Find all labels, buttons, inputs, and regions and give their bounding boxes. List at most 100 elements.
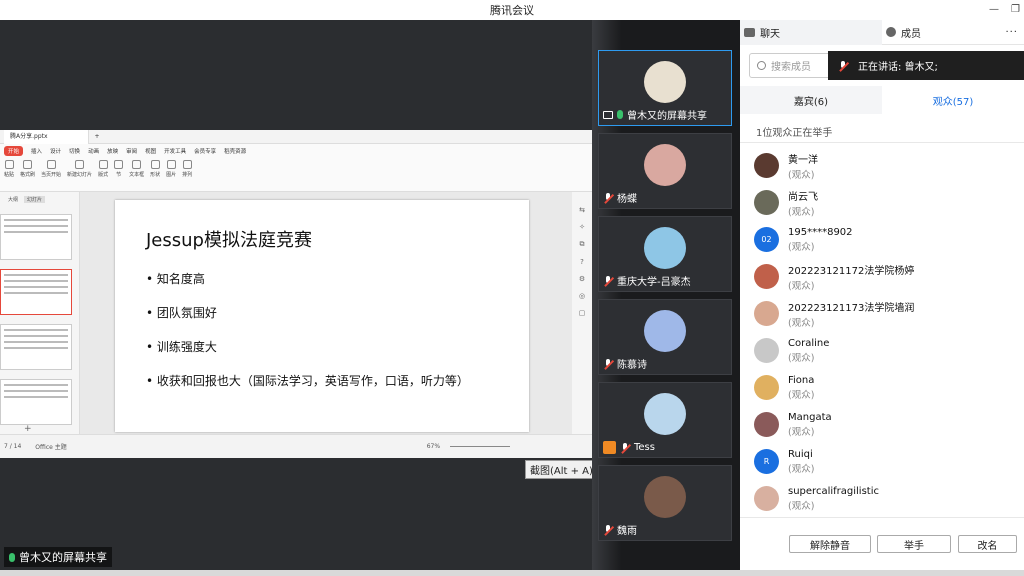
video-tile[interactable]: 曾木又的屏幕共享 bbox=[598, 50, 732, 126]
slide-bullet: • 训练强度大 bbox=[146, 340, 217, 354]
member-row[interactable]: 202223121173法学院墙润 (观众) bbox=[740, 295, 1024, 332]
participant-name: 魏雨 bbox=[617, 526, 637, 537]
avatar bbox=[754, 190, 779, 215]
avatar bbox=[754, 153, 779, 178]
tool-icon: ▢ bbox=[578, 309, 586, 317]
ribbon-button: 新建幻灯片 bbox=[67, 160, 92, 178]
member-name: Fiona bbox=[788, 374, 815, 386]
thumbnail-pane: 大纲 幻灯片 + bbox=[0, 192, 80, 434]
participant-name: 杨蝶 bbox=[617, 194, 637, 205]
member-name: Mangata bbox=[788, 411, 832, 423]
member-row[interactable]: Coraline (观众) bbox=[740, 332, 1024, 369]
window-title: 腾讯会议 bbox=[490, 4, 534, 17]
tab-chat[interactable]: 聊天 bbox=[740, 19, 882, 45]
ribbon-button: 形状 bbox=[150, 160, 160, 178]
ribbon-button: 当页开始 bbox=[41, 160, 61, 178]
member-role: (观众) bbox=[788, 241, 815, 253]
member-info: 尚云飞 (观众) bbox=[788, 188, 818, 218]
screenshot-tooltip: 截图(Alt + A) bbox=[525, 460, 598, 479]
member-row[interactable]: Fiona (观众) bbox=[740, 369, 1024, 406]
mic-muted-icon bbox=[603, 275, 613, 286]
tool-icon: ⚙ bbox=[578, 275, 586, 283]
member-row[interactable]: 黄一洋 (观众) bbox=[740, 147, 1024, 184]
member-name: Coraline bbox=[788, 337, 830, 349]
tab-audience[interactable]: 观众(57) bbox=[882, 86, 1024, 114]
menu-item: 开始 bbox=[4, 146, 24, 156]
participant-name: 重庆大学-吕豪杰 bbox=[617, 277, 691, 288]
raise-hand-button[interactable]: 举手 bbox=[877, 535, 951, 553]
member-name: 202223121172法学院杨婷 bbox=[788, 265, 915, 277]
wps-status-bar: 7 / 14 Office 主题 67% bbox=[0, 434, 592, 458]
ribbon-icon bbox=[98, 160, 108, 169]
ribbon-icon bbox=[150, 160, 160, 169]
avatar bbox=[754, 412, 779, 437]
menu-item: 开发工具 bbox=[164, 149, 187, 155]
menu-item: 设计 bbox=[50, 149, 62, 155]
tab-guests[interactable]: 嘉宾(6) bbox=[740, 86, 882, 114]
side-panel: 聊天 成员 ··· 搜索成员 正在讲话: 曾木又; 嘉宾(6) 观众(57) 1位… bbox=[740, 19, 1024, 570]
user-icon bbox=[886, 27, 896, 37]
member-role: (观众) bbox=[788, 280, 815, 292]
ribbon-button: 文本框 bbox=[129, 160, 144, 178]
unmute-button[interactable]: 解除静音 bbox=[789, 535, 871, 553]
member-name: Ruiqi bbox=[788, 448, 813, 460]
tab-members[interactable]: 成员 ··· bbox=[882, 20, 1024, 45]
chat-icon bbox=[744, 27, 755, 37]
screen-share-icon bbox=[603, 110, 613, 119]
participant-avatar bbox=[644, 227, 686, 269]
maximize-icon[interactable]: ❐ bbox=[1011, 0, 1020, 20]
sharer-label: 曾木又的屏幕共享 bbox=[4, 547, 112, 567]
member-info: Mangata (观众) bbox=[788, 412, 832, 438]
avatar bbox=[754, 486, 779, 511]
member-row[interactable]: Mangata (观众) bbox=[740, 406, 1024, 443]
ribbon-button: 排列 bbox=[182, 160, 192, 178]
tab-outline: 大纲 bbox=[8, 197, 19, 203]
member-row[interactable]: 202223121172法学院杨婷 (观众) bbox=[740, 258, 1024, 295]
video-tile[interactable]: 重庆大学-吕豪杰 bbox=[598, 216, 732, 292]
slide-title: Jessup模拟法庭竞赛 bbox=[146, 230, 312, 251]
slide-bullet: • 知名度高 bbox=[146, 272, 205, 286]
right-toolbar: ⇆ ✧ ⧉ ? ⚙ ◎ ▢ bbox=[572, 192, 592, 434]
wps-workspace: 大纲 幻灯片 + Jessup模拟法庭竞赛 • 知名度高 • 团队氛围好 • 训… bbox=[0, 192, 592, 434]
member-info: 202223121173法学院墙润 (观众) bbox=[788, 299, 914, 329]
participant-label: Tess bbox=[603, 441, 655, 454]
member-row[interactable]: 尚云飞 (观众) bbox=[740, 184, 1024, 221]
ribbon-button: 粘贴 bbox=[4, 160, 14, 178]
member-info: 195****8902 (观众) bbox=[788, 227, 853, 253]
participant-avatar bbox=[644, 144, 686, 186]
rename-button[interactable]: 改名 bbox=[958, 535, 1017, 553]
tool-icon: ? bbox=[580, 258, 584, 266]
member-name: 尚云飞 bbox=[788, 191, 818, 203]
video-tile[interactable]: 杨蝶 bbox=[598, 133, 732, 209]
member-info: Coraline (观众) bbox=[788, 338, 829, 364]
ribbon-button: 节 bbox=[114, 160, 124, 178]
theme-name: Office 主题 bbox=[35, 444, 67, 451]
minimize-icon[interactable]: — bbox=[989, 0, 999, 20]
mic-muted-icon bbox=[838, 60, 848, 71]
hand-raised-notice[interactable]: 1位观众正在举手 bbox=[756, 124, 832, 139]
participant-label: 陈慕诗 bbox=[603, 356, 647, 371]
panel-footer: 解除静音 举手 改名 bbox=[740, 517, 1024, 570]
member-row[interactable]: 02 195****8902 (观众) bbox=[740, 221, 1024, 258]
mic-muted-icon bbox=[603, 192, 613, 203]
tool-icon: ⇆ bbox=[579, 206, 585, 214]
ribbon-icon bbox=[182, 160, 192, 169]
ribbon-button: 格式刷 bbox=[20, 160, 35, 178]
wps-ribbon: 粘贴 格式刷 当页开始 新建幻灯片 版式 节 文本框 形状 图片 排列 bbox=[0, 158, 592, 192]
participant-avatar bbox=[644, 393, 686, 435]
file-tab: 腾A分享.pptx bbox=[4, 130, 89, 144]
video-tile[interactable]: 魏雨 bbox=[598, 465, 732, 541]
more-icon[interactable]: ··· bbox=[1005, 27, 1018, 38]
divider bbox=[740, 142, 1024, 143]
video-tile[interactable]: Tess bbox=[598, 382, 732, 458]
member-role: (观众) bbox=[788, 389, 815, 401]
ribbon-button: 版式 bbox=[98, 160, 108, 178]
member-info: 202223121172法学院杨婷 (观众) bbox=[788, 262, 914, 292]
menu-item: 放映 bbox=[107, 149, 119, 155]
video-tile[interactable]: 陈慕诗 bbox=[598, 299, 732, 375]
member-row[interactable]: supercalifragilistic (观众) bbox=[740, 480, 1024, 517]
member-row[interactable]: R Ruiqi (观众) bbox=[740, 443, 1024, 480]
title-bar: 腾讯会议 — ❐ bbox=[0, 0, 1024, 20]
participant-name: 曾木又的屏幕共享 bbox=[627, 111, 707, 122]
menu-item: 会员专享 bbox=[194, 149, 217, 155]
